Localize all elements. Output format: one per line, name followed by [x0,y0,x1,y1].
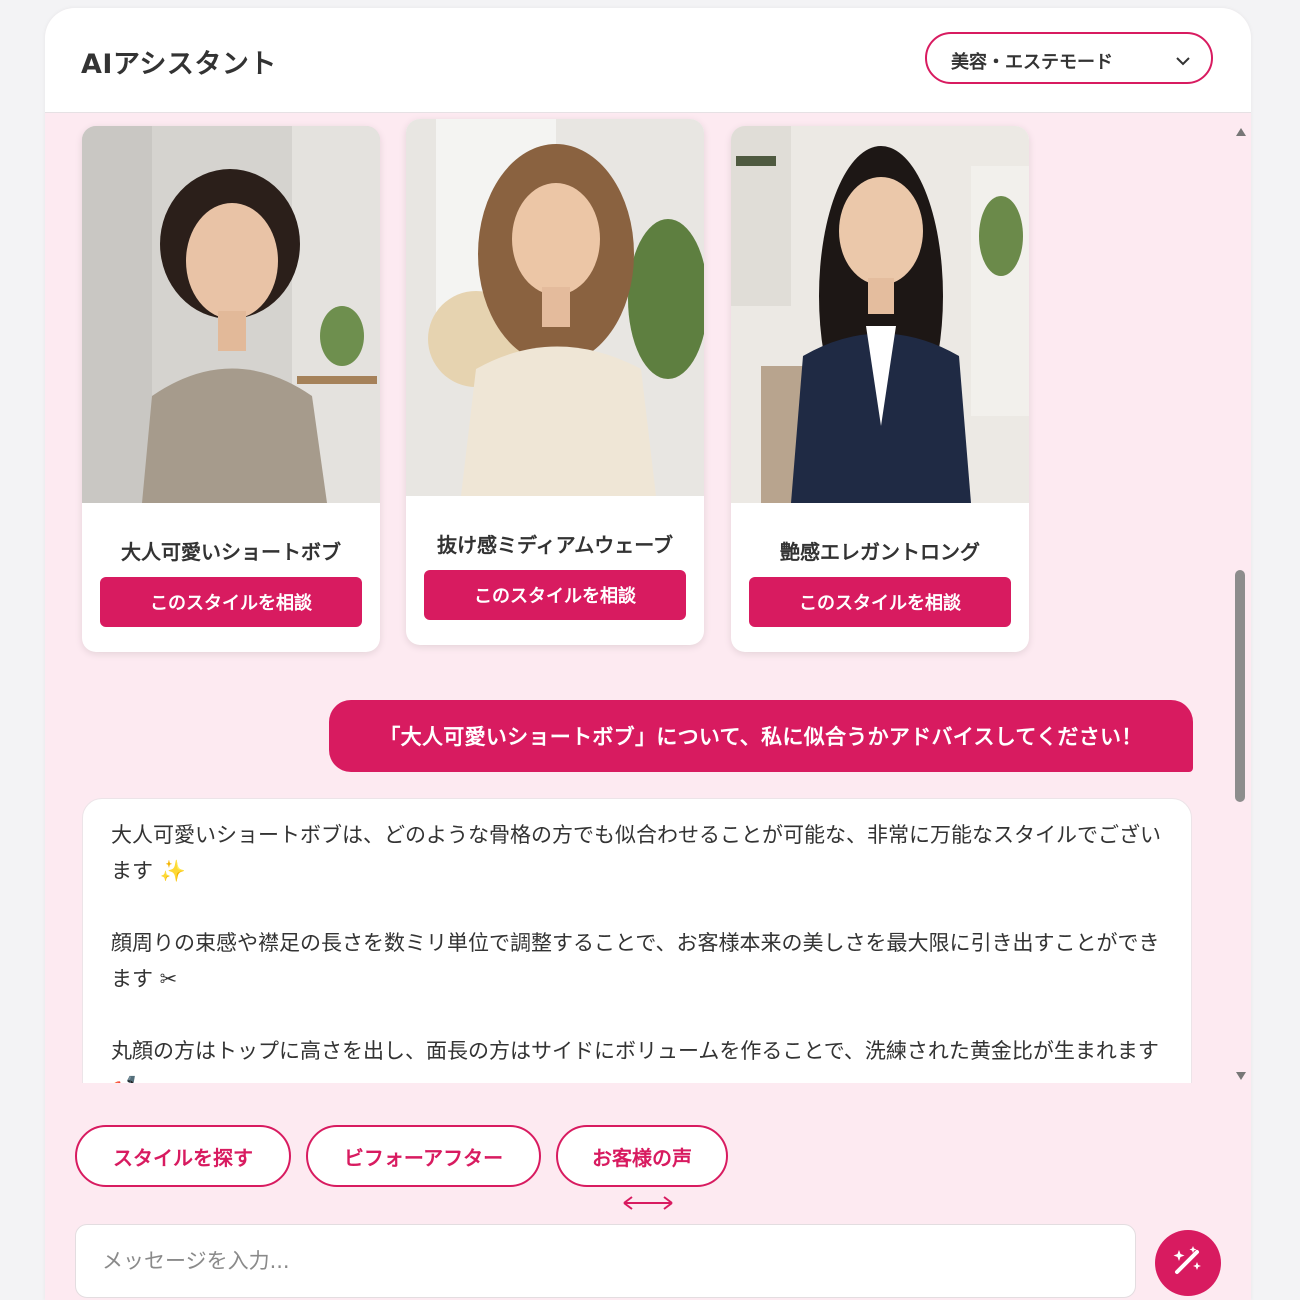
scrollbar-thumb[interactable] [1235,570,1245,802]
message-input[interactable] [75,1224,1136,1298]
chevron-down-icon [1175,52,1191,71]
mode-select[interactable]: 美容・エステモード [925,32,1213,84]
horizontal-resize-icon[interactable] [622,1193,674,1217]
quick-replies: スタイルを探す ビフォーアフター お客様の声 [45,1083,1251,1300]
quick-reply-before-after[interactable]: ビフォーアフター [306,1125,541,1187]
style-card: 大人可愛いショートボブ このスタイルを相談 [82,126,380,652]
consult-style-button[interactable]: このスタイルを相談 [100,577,362,627]
assistant-paragraph: 大人可愛いショートボブは、どのような骨格の方でも似合わせることが可能な、非常に万… [111,823,1161,883]
chat-scrollbar[interactable] [1233,118,1247,1083]
style-card-title: 大人可愛いショートボブ [121,540,341,564]
style-photo [82,126,380,503]
style-photo [731,126,1029,503]
style-photo [406,119,704,496]
header: AIアシスタント 美容・エステモード [45,8,1251,113]
style-card: 艶感エレガントロング このスタイルを相談 [731,126,1029,652]
assistant-message: 大人可愛いショートボブは、どのような骨格の方でも似合わせることが可能な、非常に万… [82,798,1192,1083]
consult-style-button[interactable]: このスタイルを相談 [424,570,686,620]
scroll-up-icon[interactable] [1235,122,1247,141]
assistant-paragraph: 丸顔の方はトップに高さを出し、面長の方はサイドにボリュームを作ることで、洗練され… [111,1039,1159,1083]
send-button[interactable] [1155,1230,1221,1296]
quick-reply-customer-voice[interactable]: お客様の声 [556,1125,728,1187]
quick-reply-find-style[interactable]: スタイルを探す [75,1125,291,1187]
user-message: 「大人可愛いショートボブ」について、私に似合うかアドバイスしてください！ [329,700,1193,772]
consult-style-button[interactable]: このスタイルを相談 [749,577,1011,627]
style-card: 抜け感ミディアムウェーブ このスタイルを相談 [406,119,704,645]
page-title: AIアシスタント [81,49,277,80]
style-card-title: 抜け感ミディアムウェーブ [437,533,673,557]
style-card-title: 艶感エレガントロング [780,540,980,564]
mode-select-value: 美容・エステモード [951,52,1113,73]
assistant-paragraph: 顔周りの束感や襟足の長さを数ミリ単位で調整することで、お客様本来の美しさを最大限… [111,931,1160,991]
chat-area: 大人可愛いショートボブ このスタイルを相談 抜け感ミディアムウェーブ このスタイ… [45,113,1251,1083]
chat-panel: AIアシスタント 美容・エステモード 大人可愛いショートボブ このスタイルを相談… [45,8,1251,1300]
magic-wand-icon [1171,1244,1205,1282]
